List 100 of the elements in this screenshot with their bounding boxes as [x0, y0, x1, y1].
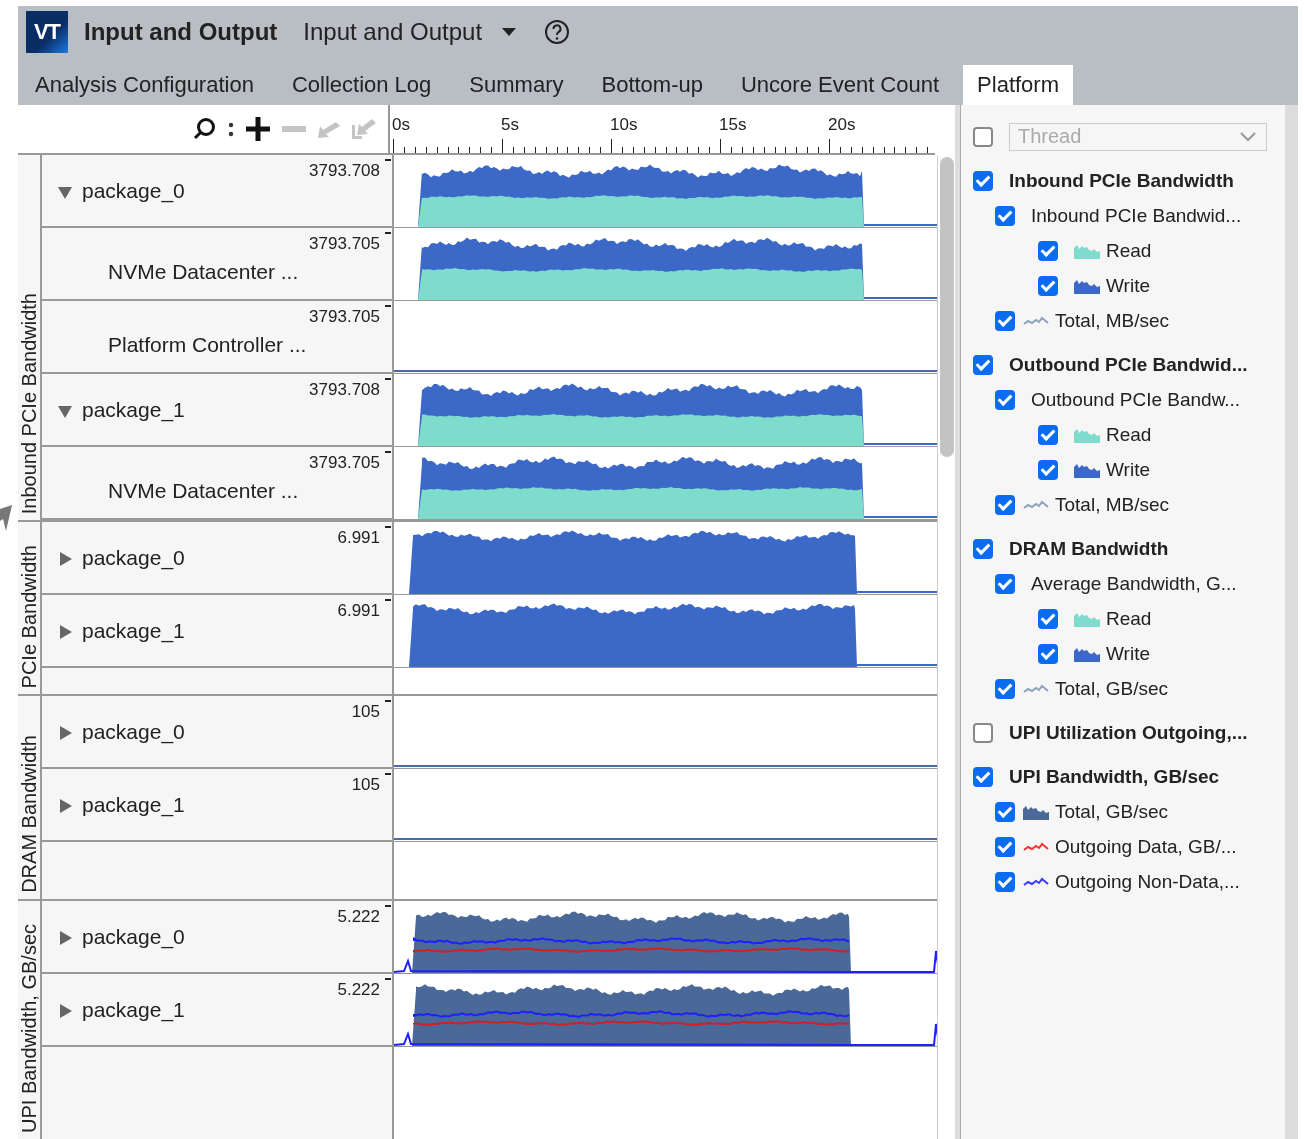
- max-value: 6.991: [337, 601, 380, 621]
- app-logo: VT: [26, 11, 68, 53]
- row-name: NVMe Datacenter ...: [108, 479, 299, 503]
- legend-label: Total, MB/sec: [1055, 309, 1170, 332]
- checkbox[interactable]: [1038, 275, 1058, 296]
- view-dropdown[interactable]: Input and Output: [303, 18, 517, 46]
- max-value: 5.222: [337, 980, 380, 1000]
- checkbox[interactable]: [995, 678, 1015, 699]
- checkbox[interactable]: [995, 205, 1015, 226]
- checkbox[interactable]: [973, 722, 993, 743]
- legend-label: Write: [1106, 642, 1150, 665]
- time-label: 20s: [828, 115, 856, 135]
- group-label: Inbound PCIe Bandwidth: [17, 292, 41, 516]
- legend-label: Outgoing Non-Data,...: [1055, 870, 1240, 893]
- max-value: 5.222: [337, 907, 380, 927]
- legend-label: Inbound PCIe Bandwid...: [1031, 204, 1242, 227]
- legend-label: Total, GB/sec: [1055, 677, 1168, 700]
- search-icon[interactable]: [192, 117, 216, 141]
- tab[interactable]: Platform: [963, 65, 1073, 105]
- legend-label: Write: [1106, 458, 1150, 481]
- row-name: package_1: [82, 793, 185, 817]
- axis-tick: [385, 232, 391, 234]
- axis-tick: [385, 378, 391, 380]
- legend-label: UPI Utilization Outgoing,...: [1009, 721, 1248, 744]
- time-label: 0s: [392, 115, 410, 135]
- expand-toggle-icon[interactable]: [58, 931, 72, 945]
- row-name: package_1: [82, 619, 185, 643]
- checkbox[interactable]: [1038, 459, 1058, 480]
- checkbox[interactable]: [1038, 643, 1058, 664]
- tab[interactable]: Uncore Event Count: [726, 65, 954, 105]
- row-name: package_1: [82, 398, 185, 422]
- expand-toggle-icon[interactable]: [58, 552, 72, 566]
- legend-label: Total, GB/sec: [1055, 800, 1168, 823]
- zoom-in-icon[interactable]: [246, 117, 270, 141]
- checkbox[interactable]: [1038, 424, 1058, 445]
- checkbox[interactable]: [1038, 608, 1058, 629]
- checkbox[interactable]: [995, 871, 1015, 892]
- checkbox[interactable]: [995, 389, 1015, 410]
- axis-tick: [385, 526, 391, 528]
- scrollbar-track[interactable]: [1285, 105, 1298, 1139]
- checkbox[interactable]: [973, 354, 993, 375]
- checkbox[interactable]: [995, 494, 1015, 515]
- max-value: 3793.705: [309, 453, 380, 473]
- max-value: 105: [351, 702, 380, 722]
- scrollbar-thumb[interactable]: [940, 157, 954, 457]
- max-value: 3793.705: [309, 307, 380, 327]
- legend-label: Inbound PCIe Bandwidth: [1009, 169, 1234, 192]
- colon-icon: [228, 121, 234, 137]
- axis-tick: [385, 905, 391, 907]
- legend-label: Read: [1106, 423, 1152, 446]
- checkbox[interactable]: [995, 836, 1015, 857]
- time-label: 10s: [610, 115, 638, 135]
- checkbox[interactable]: [973, 170, 993, 191]
- expand-toggle-icon[interactable]: [58, 726, 72, 740]
- legend-label: Write: [1106, 274, 1150, 297]
- group-label: PCIe Bandwidth: [17, 544, 41, 690]
- max-value: 105: [351, 775, 380, 795]
- checkbox[interactable]: [995, 310, 1015, 331]
- tab[interactable]: Summary: [455, 65, 578, 105]
- expand-toggle-icon[interactable]: [58, 625, 72, 639]
- app-title: Input and Output: [84, 18, 278, 46]
- expand-toggle-icon[interactable]: [58, 1004, 72, 1018]
- legend-label: Outgoing Data, GB/...: [1055, 835, 1237, 858]
- tab[interactable]: Analysis Configuration: [21, 65, 268, 105]
- row-name: NVMe Datacenter ...: [108, 260, 299, 284]
- tab[interactable]: Collection Log: [277, 65, 446, 105]
- axis-tick: [385, 159, 391, 161]
- row-name: package_0: [82, 925, 185, 949]
- row-name: Platform Controller ...: [108, 333, 307, 357]
- legend-label: DRAM Bandwidth: [1009, 537, 1169, 560]
- checkbox[interactable]: [1038, 240, 1058, 261]
- help-icon[interactable]: [544, 19, 571, 45]
- checkbox[interactable]: [973, 766, 993, 787]
- axis-tick: [385, 700, 391, 702]
- max-value: 6.991: [337, 528, 380, 548]
- time-label: 15s: [719, 115, 747, 135]
- legend-label: Outbound PCIe Bandw...: [1031, 388, 1241, 411]
- expand-toggle-icon[interactable]: [58, 404, 72, 418]
- legend-label: Read: [1106, 607, 1152, 630]
- axis-tick: [385, 305, 391, 307]
- checkbox[interactable]: [995, 801, 1015, 822]
- legend-label: Average Bandwidth, G...: [1031, 572, 1237, 595]
- expand-toggle-icon[interactable]: [58, 185, 72, 199]
- legend-label: Outbound PCIe Bandwid...: [1009, 353, 1248, 376]
- expand-toggle-icon[interactable]: [58, 799, 72, 813]
- checkbox[interactable]: [973, 538, 993, 559]
- max-value: 3793.708: [309, 161, 380, 181]
- legend-label: Read: [1106, 239, 1152, 262]
- row-name: package_0: [82, 720, 185, 744]
- axis-tick: [385, 451, 391, 453]
- cursor-icon: [0, 505, 12, 531]
- tab[interactable]: Bottom-up: [587, 65, 717, 105]
- max-value: 3793.708: [309, 380, 380, 400]
- row-name: package_1: [82, 998, 185, 1022]
- chevron-icon: [1240, 131, 1256, 142]
- axis-tick: [385, 599, 391, 601]
- legend-label: UPI Bandwidth, GB/sec: [1009, 765, 1220, 788]
- group-label: UPI Bandwidth, GB/sec: [17, 924, 41, 1135]
- checkbox[interactable]: [995, 573, 1015, 594]
- row-name: package_0: [82, 179, 185, 203]
